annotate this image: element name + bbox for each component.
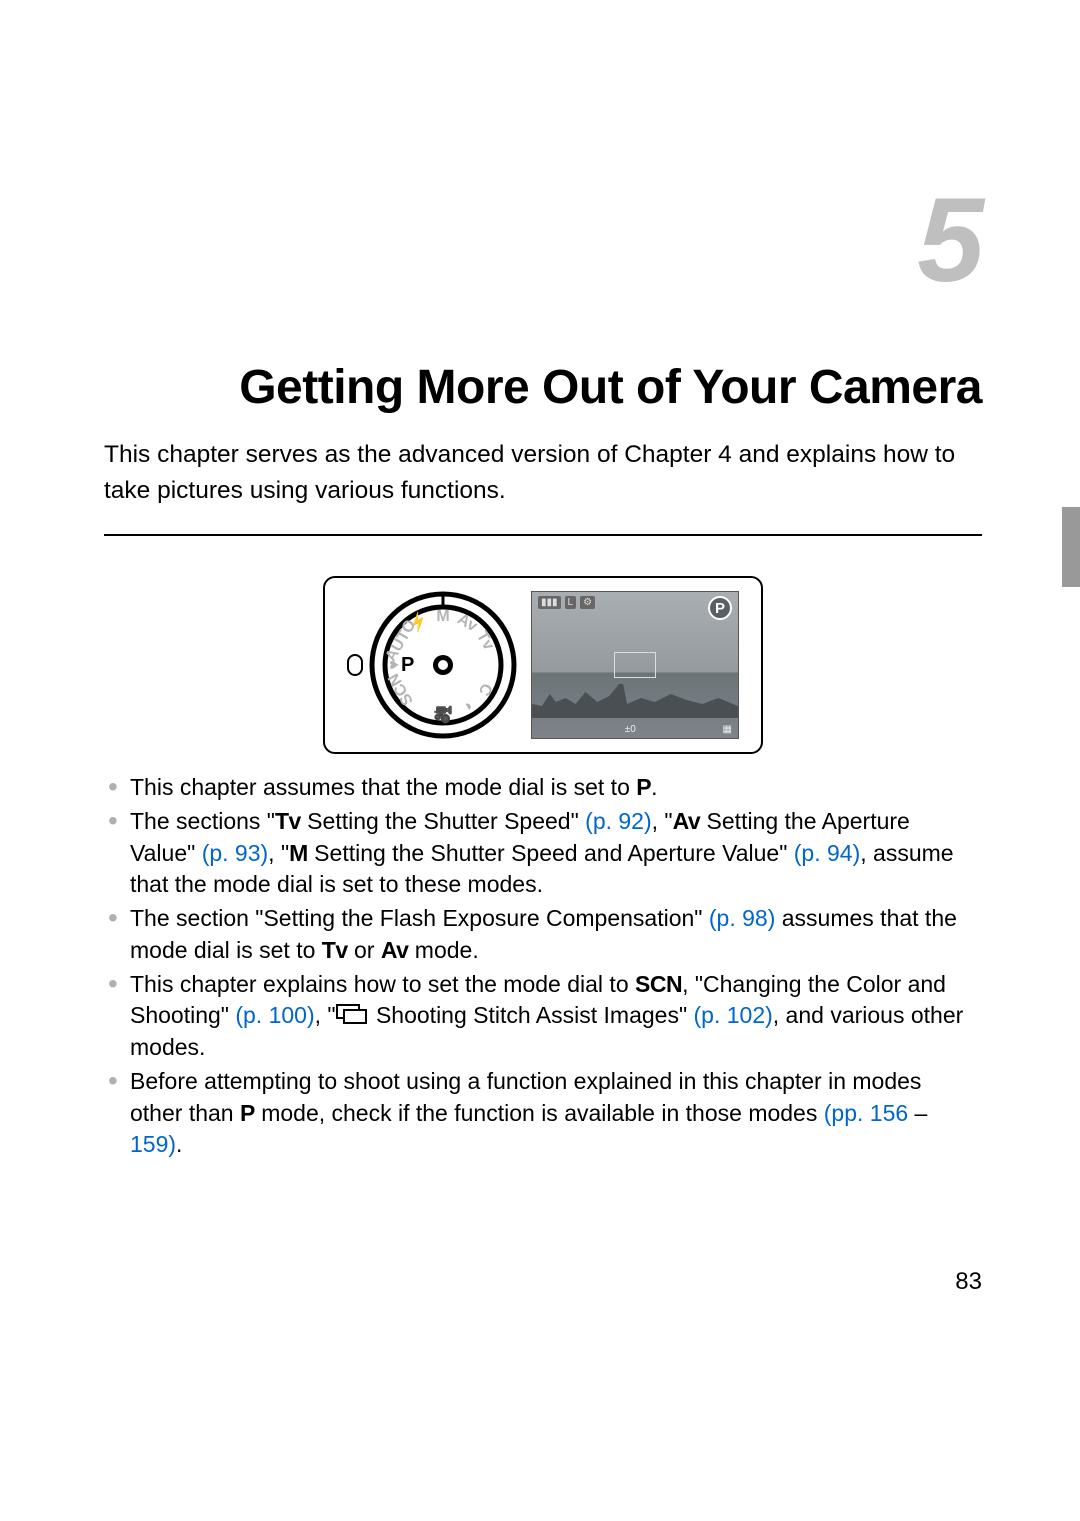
lcd-bottom-bar: ±0 ▦ [532, 724, 738, 735]
dial-notch-icon [347, 654, 363, 676]
note-item: The section "Setting the Flash Exposure … [104, 903, 974, 966]
mode-dial-figure: M Av Tv C ⚡ AUTO ♥ SCN 🎥 ◐ P [323, 576, 763, 754]
page-ref-link[interactable]: (p. 98) [709, 905, 775, 931]
lcd-focus-frame [614, 652, 656, 678]
dial-wrap: M Av Tv C ⚡ AUTO ♥ SCN 🎥 ◐ P [347, 591, 517, 739]
section-divider [104, 534, 982, 536]
lcd-status-icons: ▮▮▮L⚙ [538, 596, 595, 609]
note-item: This chapter explains how to set the mod… [104, 969, 974, 1064]
av-mode-icon: Av [673, 808, 701, 834]
note-item: This chapter assumes that the mode dial … [104, 772, 974, 804]
page-number: 83 [955, 1268, 982, 1296]
chapter-intro: This chapter serves as the advanced vers… [104, 437, 982, 508]
chapter-notes-list: This chapter assumes that the mode dial … [104, 772, 982, 1161]
side-tab-marker [1062, 507, 1080, 587]
m-mode-icon: M [289, 840, 308, 866]
chapter-number: 5 [104, 180, 982, 300]
camera-lcd-preview: ▮▮▮L⚙ P ±0 ▦ [531, 591, 739, 739]
scn-mode-icon: SCN [635, 971, 682, 997]
page-ref-link[interactable]: (p. 93) [202, 840, 268, 866]
page-ref-link[interactable]: (p. 92) [585, 808, 651, 834]
av-mode-icon: Av [381, 937, 409, 963]
mode-dial-icon: M Av Tv C ⚡ AUTO ♥ SCN 🎥 ◐ P [369, 591, 517, 739]
page-ref-link[interactable]: (p. 102) [694, 1002, 773, 1028]
lcd-skyline-photo [532, 684, 738, 718]
page-ref-link[interactable]: 159) [130, 1131, 176, 1157]
document-page: 5 Getting More Out of Your Camera This c… [0, 0, 1080, 1161]
svg-text:🎥: 🎥 [433, 705, 453, 724]
svg-text:M: M [436, 608, 449, 625]
p-mode-icon: P [240, 1100, 255, 1126]
chapter-title: Getting More Out of Your Camera [104, 360, 982, 415]
p-mode-icon: P [636, 774, 651, 800]
dial-selected-label: P [401, 654, 414, 676]
page-ref-link[interactable]: (pp. 156 [824, 1100, 908, 1126]
page-ref-link[interactable]: (p. 94) [794, 840, 860, 866]
page-ref-link[interactable]: (p. 100) [235, 1002, 314, 1028]
note-item: The sections "Tv Setting the Shutter Spe… [104, 806, 974, 901]
lcd-mode-badge: P [708, 596, 732, 620]
stitch-assist-icon [336, 1004, 370, 1026]
tv-mode-icon: Tv [322, 937, 348, 963]
tv-mode-icon: Tv [275, 808, 301, 834]
note-item: Before attempting to shoot using a funct… [104, 1066, 974, 1161]
